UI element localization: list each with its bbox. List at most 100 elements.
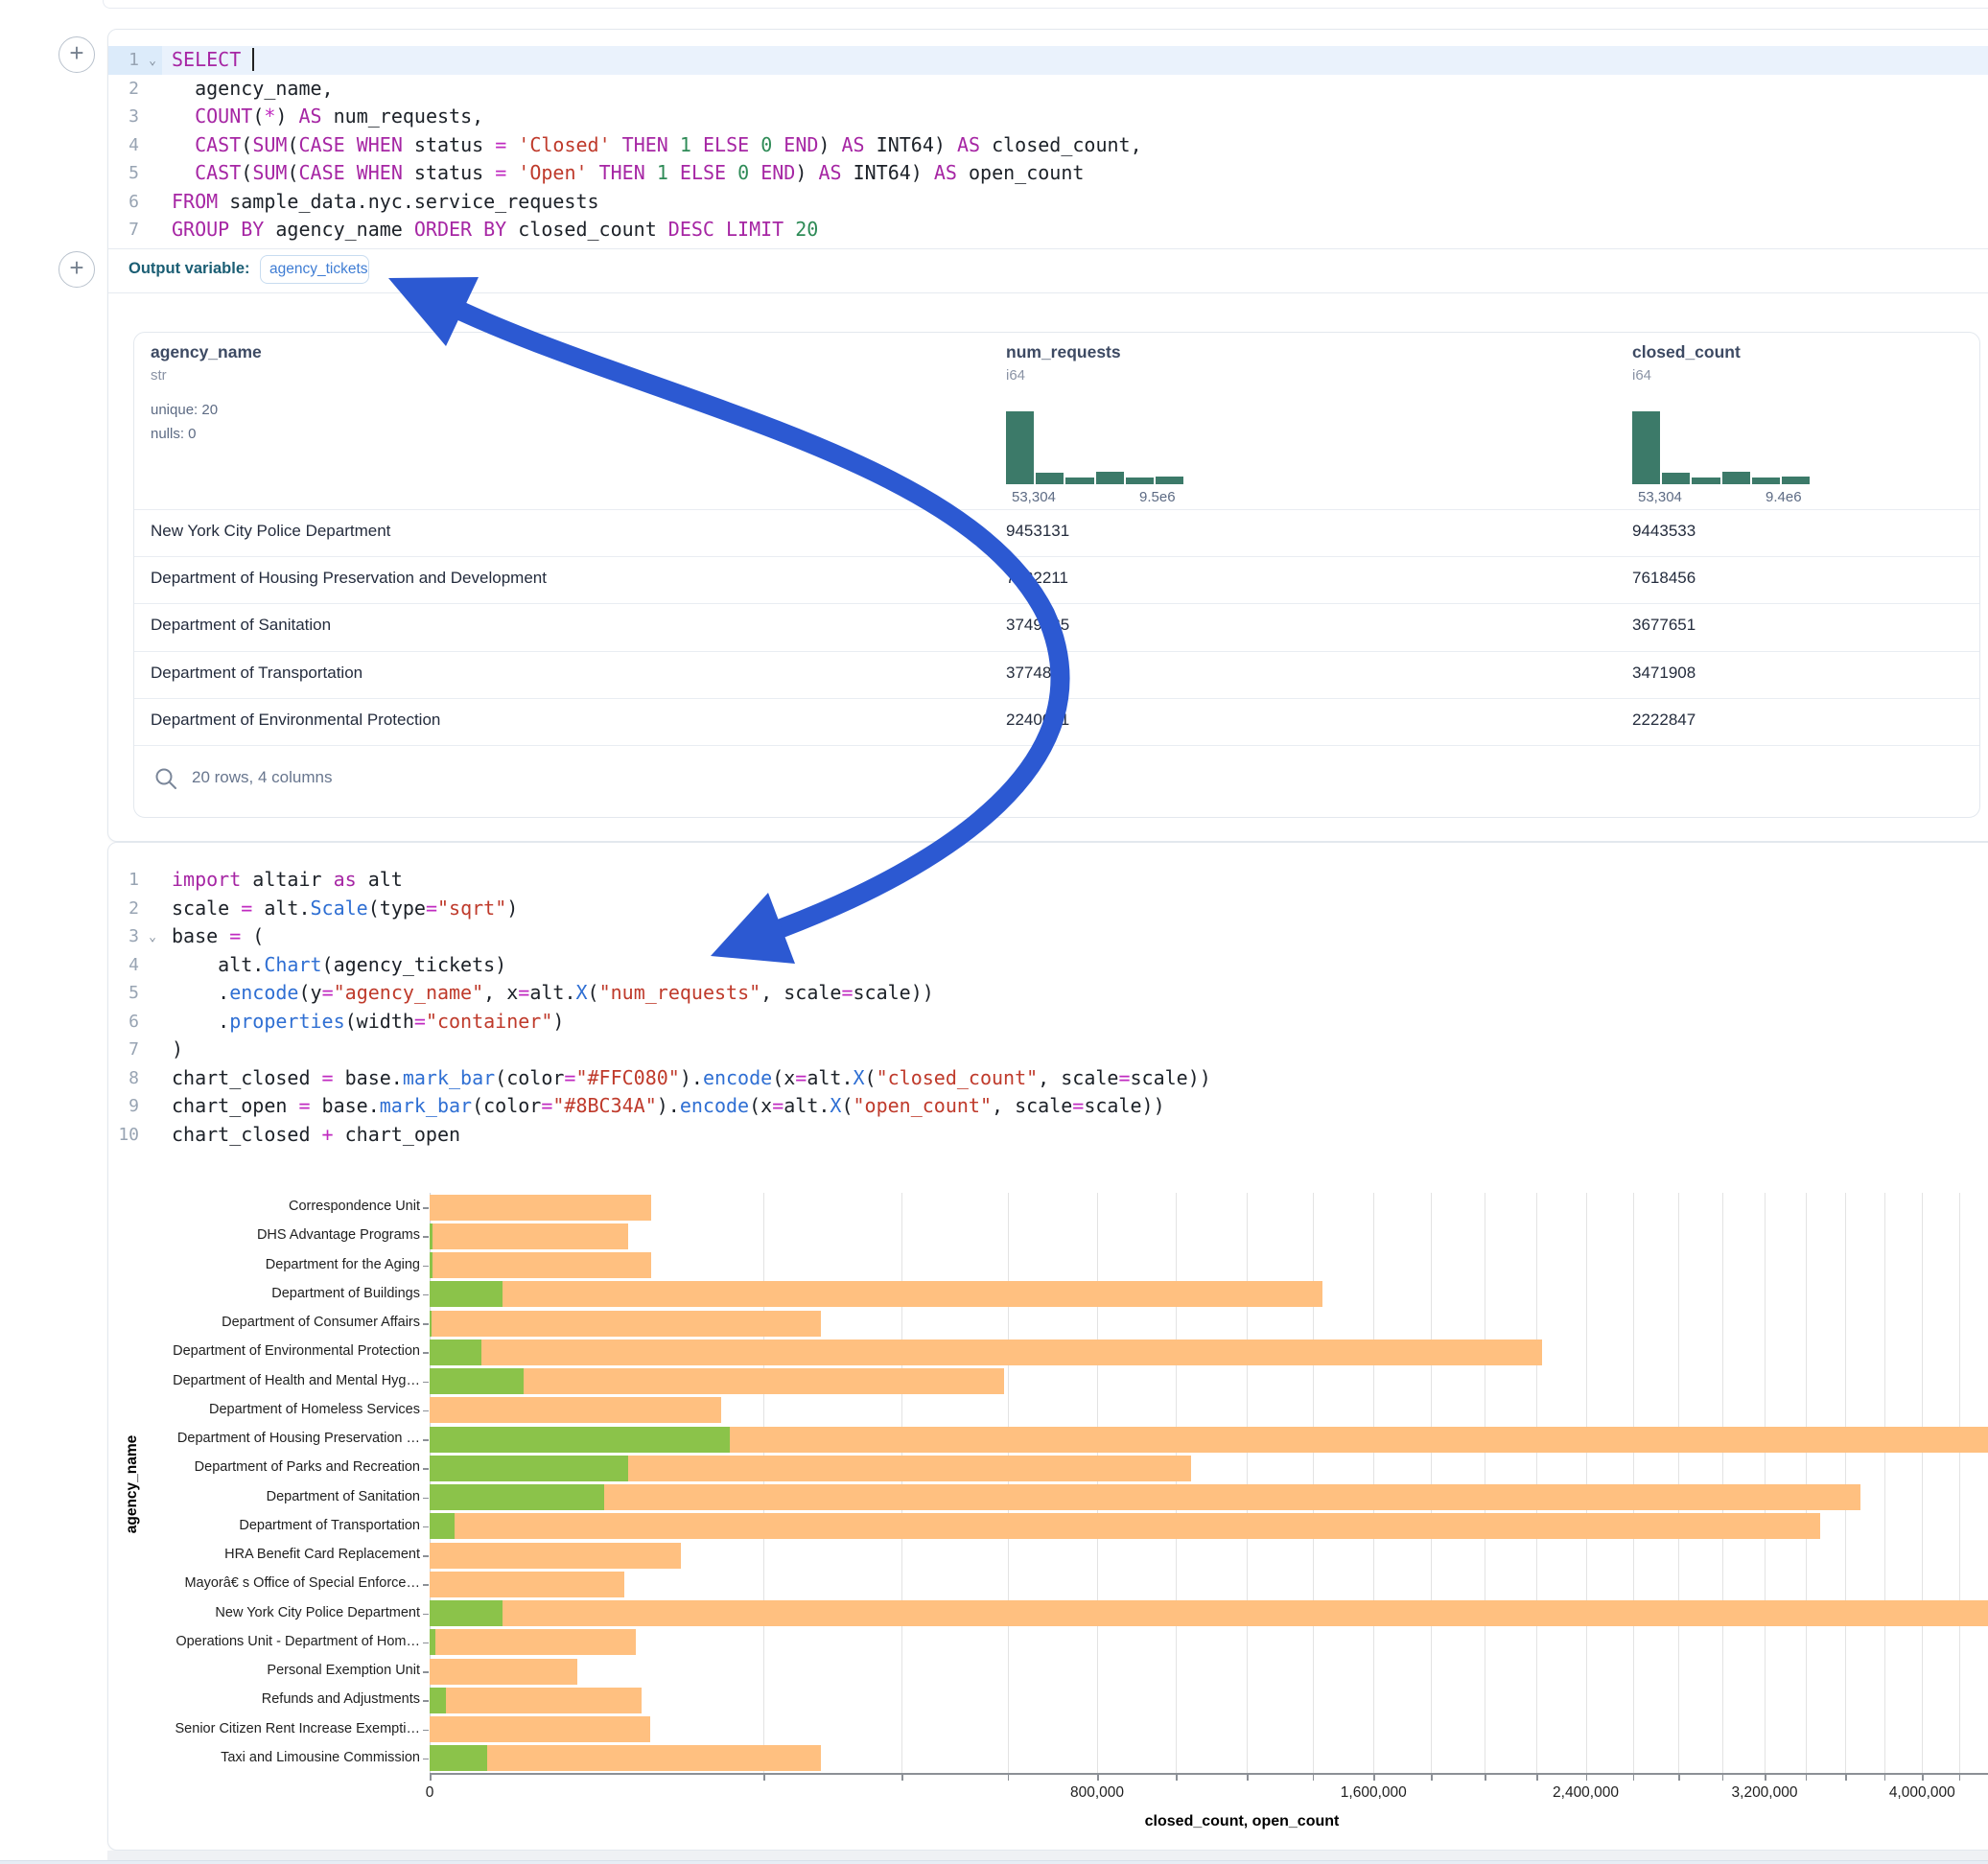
chart-bar-closed_count <box>430 1281 1322 1307</box>
table-row: Department of Transportation377489234719… <box>134 651 1979 698</box>
y-axis-label: Department of Environmental Protection <box>169 1343 420 1359</box>
line-number: 3⌄ <box>108 922 162 951</box>
y-axis-label: HRA Benefit Card Replacement <box>169 1547 420 1562</box>
code-line[interactable]: 4 CAST(SUM(CASE WHEN status = 'Closed' T… <box>108 131 1988 160</box>
histogram-num-requests <box>1006 411 1183 484</box>
column-stat-unique: unique: 20 <box>151 402 218 418</box>
line-number: 10 <box>108 1121 162 1150</box>
histogram-min-label: 53,304 <box>1012 489 1056 505</box>
notebook-page: + + 1⌄SELECT 2 agency_name,3 COUNT(*) AS… <box>0 0 1988 1864</box>
gridline <box>1765 1193 1766 1773</box>
chart-bar-closed_count <box>430 1340 1542 1365</box>
chart-bar-closed_count <box>430 1513 1820 1539</box>
table-cell: 7618456 <box>1632 569 1696 588</box>
chart-bar-open_count <box>430 1311 432 1337</box>
fold-chevron-icon[interactable]: ⌄ <box>149 47 156 76</box>
gridline <box>1431 1193 1432 1773</box>
column-type: str <box>151 367 167 384</box>
gridline <box>1806 1193 1807 1773</box>
table-row: Department of Sanitation37494853677651 <box>134 603 1979 650</box>
code-line[interactable]: 1import altair as alt <box>108 866 1988 895</box>
sql-code-editor[interactable]: 1⌄SELECT 2 agency_name,3 COUNT(*) AS num… <box>108 46 1988 245</box>
python-code-editor[interactable]: 1import altair as alt2scale = alt.Scale(… <box>108 866 1988 1149</box>
gridline <box>1633 1193 1634 1773</box>
y-axis-label: Department for the Aging <box>169 1257 420 1272</box>
line-number: 8 <box>108 1064 162 1093</box>
line-number: 7 <box>108 1036 162 1064</box>
code-line[interactable]: 8chart_closed = base.mark_bar(color="#FF… <box>108 1064 1988 1093</box>
gridline <box>1536 1193 1537 1773</box>
y-axis-label: Senior Citizen Rent Increase Exempti… <box>169 1721 420 1736</box>
line-number: 5 <box>108 159 162 188</box>
y-axis-label: Department of Health and Mental Hyg… <box>169 1373 420 1388</box>
x-axis-label: 0 <box>426 1784 434 1802</box>
chart-bar-closed_count <box>430 1397 721 1423</box>
line-number: 2 <box>108 75 162 104</box>
table-cell: 3774892 <box>1006 664 1069 683</box>
text-cursor <box>252 48 254 71</box>
output-variable-name: agency_tickets <box>269 261 368 278</box>
chart-bar-closed_count <box>430 1745 821 1771</box>
python-cell: 1import altair as alt2scale = alt.Scale(… <box>107 842 1988 1851</box>
column-header-closed-count[interactable]: closed_count <box>1632 342 1741 362</box>
chart-bar-closed_count <box>430 1716 650 1742</box>
cell-shadow <box>107 1851 1988 1860</box>
table-row: Department of Environmental Protection22… <box>134 698 1979 745</box>
table-cell: 2240041 <box>1006 711 1069 730</box>
fold-chevron-icon[interactable]: ⌄ <box>149 923 156 952</box>
code-line[interactable]: 7) <box>108 1036 1988 1064</box>
code-line[interactable]: 5 .encode(y="agency_name", x=alt.X("num_… <box>108 979 1988 1008</box>
y-axis-label: Correspondence Unit <box>169 1199 420 1214</box>
column-stat-nulls: nulls: 0 <box>151 426 197 442</box>
gridline <box>1586 1193 1587 1773</box>
chart-bar-open_count <box>430 1281 503 1307</box>
gridline <box>1008 1193 1009 1773</box>
line-number: 4 <box>108 131 162 160</box>
x-axis-label: 3,200,000 <box>1732 1784 1798 1802</box>
column-header-num-requests[interactable]: num_requests <box>1006 342 1121 362</box>
x-axis-label: 1,600,000 <box>1341 1784 1407 1802</box>
code-line[interactable]: 9chart_open = base.mark_bar(color="#8BC3… <box>108 1092 1988 1121</box>
table-cell: 9453131 <box>1006 522 1069 541</box>
code-line[interactable]: 5 CAST(SUM(CASE WHEN status = 'Open' THE… <box>108 159 1988 188</box>
table-cell: 3677651 <box>1632 616 1696 635</box>
results-footer: 20 rows, 4 columns <box>134 745 1979 815</box>
histogram-max-label: 9.4e6 <box>1766 489 1802 505</box>
add-cell-button[interactable]: + <box>58 251 95 288</box>
code-line[interactable]: 10chart_closed + chart_open <box>108 1121 1988 1150</box>
chart-bar-closed_count <box>430 1252 651 1278</box>
code-line[interactable]: 7GROUP BY agency_name ORDER BY closed_co… <box>108 216 1988 245</box>
column-header-agency-name[interactable]: agency_name <box>151 342 262 362</box>
y-axis-label: Department of Homeless Services <box>169 1402 420 1417</box>
chart-bar-open_count <box>430 1223 433 1249</box>
add-cell-button[interactable]: + <box>58 36 95 73</box>
chart-bar-open_count <box>430 1340 481 1365</box>
table-cell: 9443533 <box>1632 522 1696 541</box>
code-line[interactable]: 6FROM sample_data.nyc.service_requests <box>108 188 1988 217</box>
code-line[interactable]: 6 .properties(width="container") <box>108 1008 1988 1037</box>
code-line[interactable]: 3 COUNT(*) AS num_requests, <box>108 103 1988 131</box>
chart-bar-closed_count <box>430 1659 577 1685</box>
gridline <box>1176 1193 1177 1773</box>
code-line[interactable]: 1⌄SELECT <box>108 46 1988 75</box>
results-table: agency_name str unique: 20 nulls: 0 num_… <box>133 332 1980 818</box>
next-cell-edge <box>0 1860 1988 1864</box>
table-row: Department of Housing Preservation and D… <box>134 556 1979 603</box>
y-axis-label: New York City Police Department <box>169 1605 420 1620</box>
chart-bar-closed_count <box>430 1484 1860 1510</box>
search-icon[interactable] <box>153 766 178 791</box>
gridline <box>1884 1193 1885 1773</box>
code-line[interactable]: 2 agency_name, <box>108 75 1988 104</box>
y-axis-label: DHS Advantage Programs <box>169 1227 420 1243</box>
gridline <box>1247 1193 1248 1773</box>
chart-bar-closed_count <box>430 1223 628 1249</box>
code-line[interactable]: 2scale = alt.Scale(type="sqrt") <box>108 895 1988 923</box>
code-line[interactable]: 4 alt.Chart(agency_tickets) <box>108 951 1988 980</box>
output-variable-badge[interactable]: agency_tickets <box>260 255 369 284</box>
table-cell: New York City Police Department <box>151 522 390 541</box>
table-row: New York City Police Department 9453131 94… <box>134 509 1979 556</box>
chart-plot-area <box>430 1193 1988 1773</box>
table-cell: 7782211 <box>1006 569 1068 588</box>
x-axis-label: 4,000,000 <box>1889 1784 1955 1802</box>
code-line[interactable]: 3⌄base = ( <box>108 922 1988 951</box>
